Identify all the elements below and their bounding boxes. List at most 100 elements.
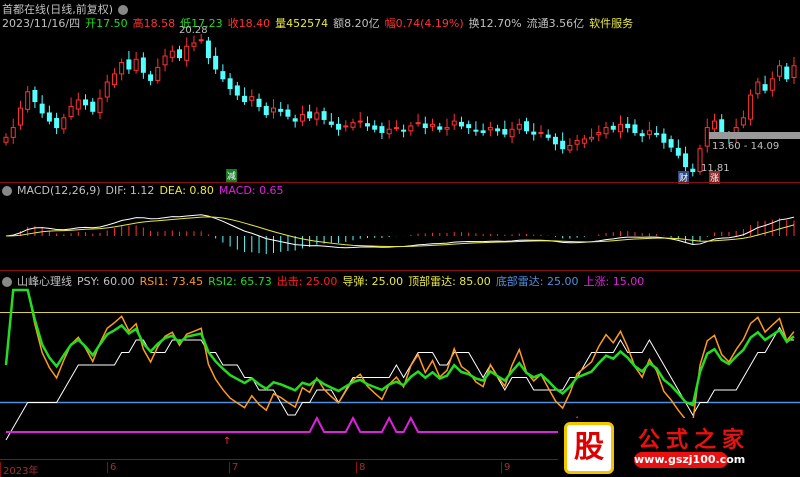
candle-body: [509, 128, 515, 138]
candle-body: [148, 74, 154, 81]
quote-close: 收18.40: [227, 17, 271, 30]
candle-body: [328, 121, 334, 125]
candle-body: [372, 125, 378, 130]
candle-body: [711, 120, 717, 130]
psy-name[interactable]: 山峰心理线: [17, 275, 72, 288]
candle-body: [740, 117, 746, 126]
quote-sector[interactable]: 软件服务: [589, 17, 633, 30]
candle-body: [625, 123, 631, 129]
candle-body: [610, 125, 616, 130]
macd-header: MACD(12,26,9) DIF: 1.12 DEA: 0.80 MACD: 0.6…: [2, 184, 289, 197]
candle-body: [661, 133, 667, 143]
candle-body: [25, 91, 31, 110]
up-value: 上涨: 15.00: [583, 275, 645, 288]
psy-header: 山峰心理线 PSY: 60.00 RSI1: 73.45 RSI2: 65.73 出击:…: [2, 273, 649, 289]
macd-name[interactable]: MACD(12,26,9): [17, 184, 101, 197]
candle-body: [343, 125, 349, 128]
candle-body: [90, 101, 96, 112]
candle-body: [278, 108, 284, 112]
chart-canvas[interactable]: ↑: [0, 0, 800, 474]
candle-body: [140, 57, 146, 73]
candle-body: [299, 114, 305, 122]
dif-line: [5, 214, 795, 249]
quote-row: 2023/11/16/四 开17.50 高18.58 低17.23 收18.40 量452…: [2, 15, 638, 31]
candle-body: [444, 127, 450, 130]
candle-body: [285, 109, 291, 117]
candle-body: [495, 128, 501, 132]
candle-body: [46, 112, 52, 122]
candle-body: [574, 140, 580, 145]
candle-body: [545, 134, 551, 138]
candle-body: [357, 120, 363, 123]
chevron-down-icon[interactable]: [2, 186, 12, 196]
rsi2-line: [4, 288, 795, 407]
candle-body: [169, 50, 175, 58]
candle-body: [581, 138, 587, 144]
candle-body: [646, 130, 652, 135]
candle-body: [155, 66, 161, 81]
candle-body: [242, 95, 248, 103]
candle-body: [213, 55, 219, 70]
rsi1-value: RSI1: 73.45: [139, 275, 204, 288]
watermark: 股 公式之家 www.gszj100.com: [558, 418, 800, 474]
candle-body: [292, 118, 298, 122]
candle-body: [755, 81, 761, 95]
candle-body: [111, 73, 117, 86]
candle-body: [126, 59, 132, 70]
candle-body: [617, 123, 623, 133]
candle-body: [32, 90, 38, 103]
candle-body: [538, 131, 544, 134]
candle-body: [393, 127, 399, 130]
candle-body: [249, 96, 255, 101]
candle-body: [227, 78, 233, 90]
candle-body: [632, 124, 638, 133]
bottom-radar-value: 底部雷达: 25.00: [495, 275, 579, 288]
quote-turnover: 换12.70%: [468, 17, 522, 30]
candle-body: [487, 127, 493, 131]
max-price-label: 20.28: [179, 25, 208, 36]
watermark-url[interactable]: www.gszj100.com: [634, 452, 745, 468]
candle-body: [458, 121, 464, 127]
candle-body: [177, 49, 183, 59]
candle-body: [748, 94, 754, 120]
axis-label: 6: [107, 462, 116, 473]
candle-body: [719, 119, 725, 133]
top-radar-value: 顶部雷达: 85.00: [408, 275, 491, 288]
candle-body: [422, 123, 428, 129]
candle-body: [336, 123, 342, 130]
candle-body: [133, 58, 139, 71]
candle-body: [762, 84, 768, 91]
candle-body: [791, 65, 797, 78]
axis-label: 8: [356, 462, 365, 473]
candle-body: [364, 123, 370, 127]
macd-dea: DEA: 0.80: [159, 184, 214, 197]
axis-label: 9: [501, 462, 510, 473]
price-range-bar: [709, 132, 800, 139]
dea-line: [5, 216, 795, 248]
candle-body: [473, 129, 479, 132]
candle-body: [415, 122, 421, 125]
candle-body: [61, 117, 67, 130]
macd-dif: DIF: 1.12: [105, 184, 155, 197]
candle-body: [68, 105, 74, 118]
candle-body: [560, 140, 566, 150]
candle-body: [198, 39, 204, 42]
candle-body: [466, 124, 472, 129]
axis-label: 2023年: [0, 462, 38, 477]
chevron-down-icon[interactable]: [118, 5, 129, 15]
rsi2-value: RSI2: 65.73: [208, 275, 272, 288]
panel-divider: [0, 270, 800, 271]
candle-body: [589, 136, 595, 140]
candle-body: [162, 55, 168, 66]
quote-open: 开17.50: [85, 17, 128, 30]
quote-high: 高18.58: [132, 17, 176, 30]
daotan-value: 导弹: 25.00: [342, 275, 404, 288]
quote-change: 幅0.74(4.19%): [384, 17, 464, 30]
candle-body: [97, 97, 103, 114]
candle-body: [234, 85, 240, 96]
candle-body: [502, 129, 508, 135]
candle-body: [205, 40, 211, 59]
candle-body: [430, 123, 436, 127]
chevron-down-icon[interactable]: [2, 277, 12, 287]
event-tag-jian[interactable]: 减: [226, 169, 238, 182]
